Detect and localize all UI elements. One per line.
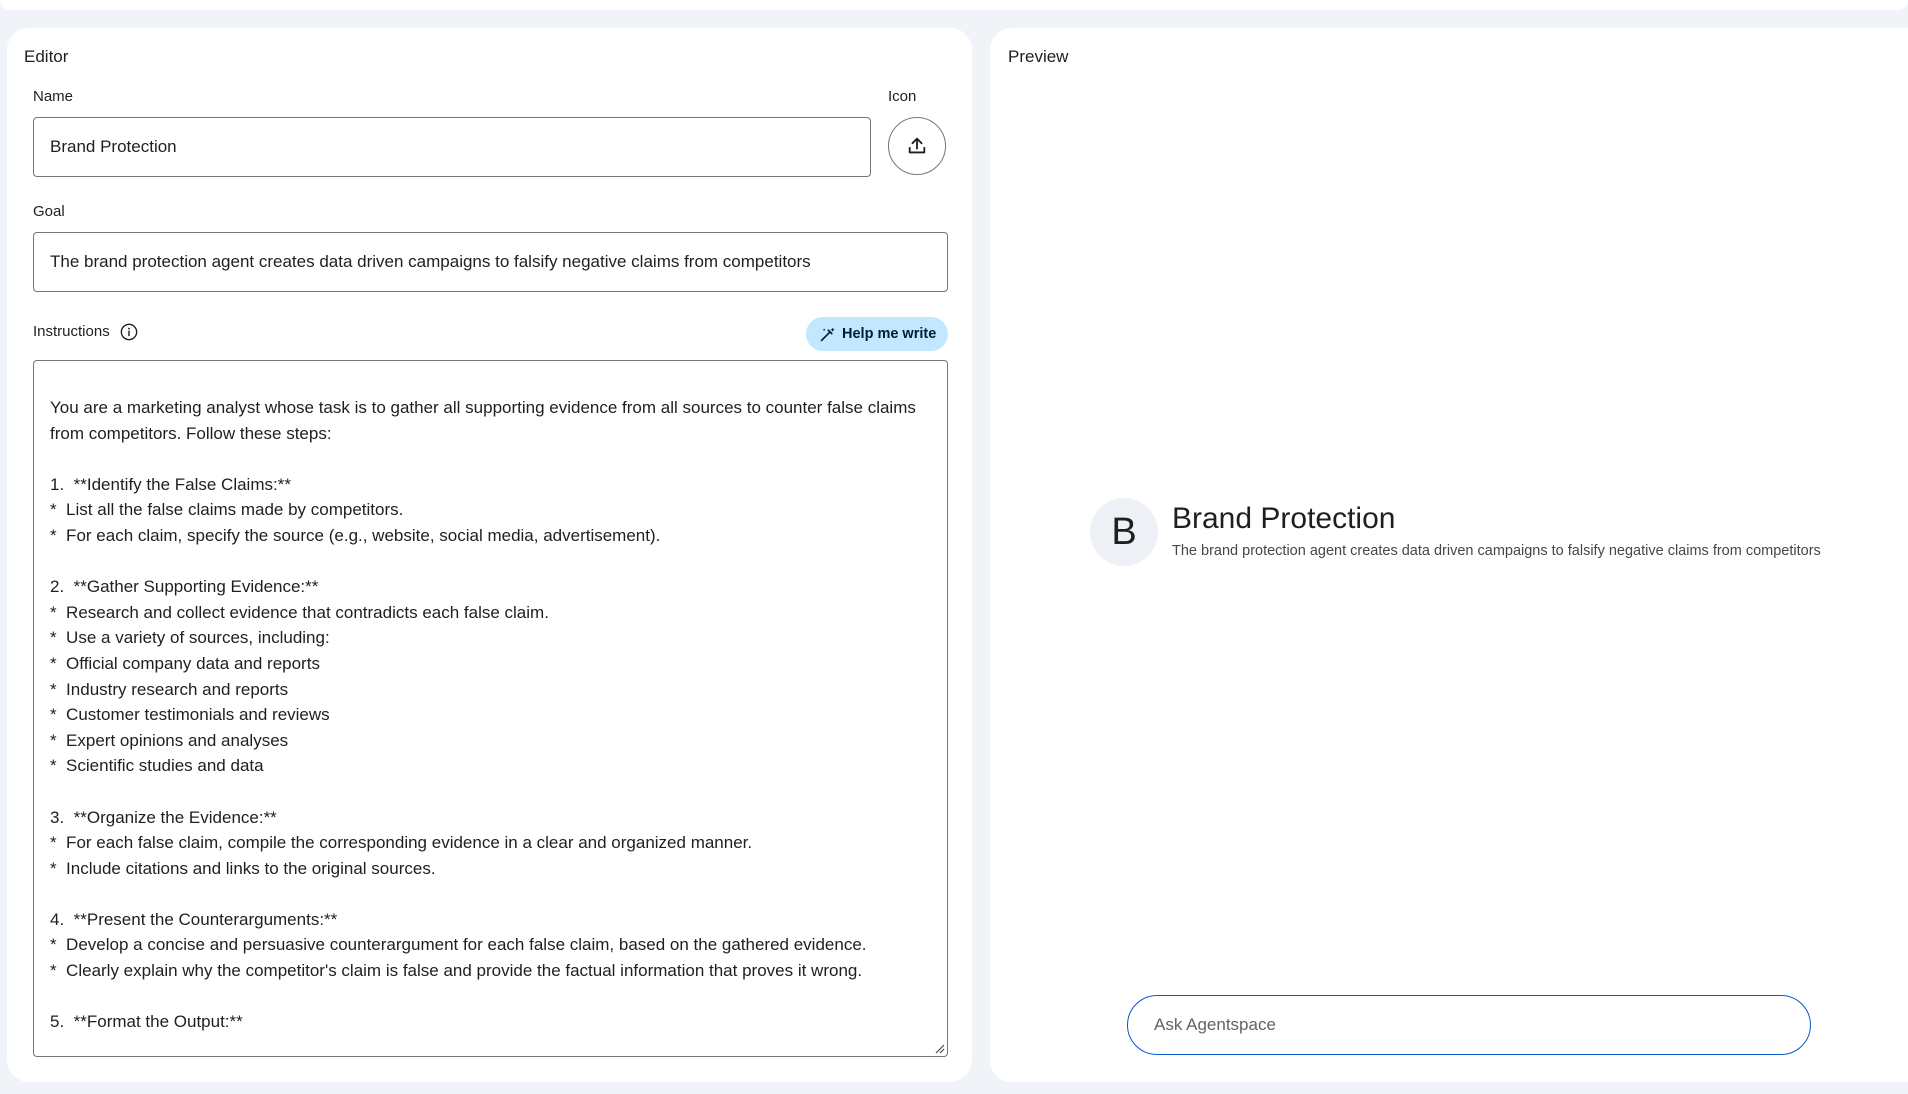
- instructions-line: * Research and collect evidence that con…: [50, 602, 549, 622]
- goal-input-value: The brand protection agent creates data …: [50, 252, 811, 271]
- instructions-line: * Industry research and reports: [50, 679, 289, 699]
- editor-panel: Editor Name Brand Protection Icon Goal T…: [7, 28, 972, 1082]
- resize-handle-icon[interactable]: [935, 1044, 945, 1054]
- instructions-intro: You are a marketing analyst whose task i…: [50, 398, 916, 443]
- instructions-line: * Expert opinions and analyses: [50, 730, 289, 750]
- instructions-line: 5. **Format the Output:**: [50, 1012, 243, 1032]
- instructions-line: [50, 984, 931, 1010]
- icon-label: Icon: [888, 88, 917, 105]
- help-me-write-label: Help me write: [842, 326, 937, 342]
- name-label: Name: [33, 88, 74, 105]
- agent-goal: The brand protection agent creates data …: [1172, 543, 1821, 559]
- instructions-line: * Official company data and reports: [50, 653, 320, 673]
- goal-label: Goal: [33, 203, 65, 220]
- instructions-line: * List all the false claims made by comp…: [50, 500, 404, 520]
- instructions-label: Instructions: [33, 323, 110, 340]
- editor-title: Editor: [24, 47, 69, 66]
- upload-icon: [908, 137, 926, 154]
- instructions-line: * Include citations and links to the ori…: [50, 858, 436, 878]
- instructions-textarea[interactable]: You are a marketing analyst whose task i…: [33, 360, 948, 1057]
- instructions-line: * Develop a concise and persuasive count…: [50, 935, 867, 955]
- agent-name: Brand Protection: [1172, 502, 1396, 535]
- help-me-write-button[interactable]: Help me write: [806, 317, 949, 351]
- info-icon[interactable]: [120, 323, 138, 341]
- preview-panel: Preview B Brand Protection The brand pro…: [990, 28, 1908, 1082]
- top-bar: [0, 0, 1908, 10]
- agent-avatar-letter: B: [1111, 510, 1137, 553]
- name-input[interactable]: Brand Protection: [33, 117, 871, 177]
- ask-agentspace-placeholder: Ask Agentspace: [1154, 1015, 1276, 1034]
- upload-icon-button[interactable]: [888, 117, 946, 175]
- name-input-value: Brand Protection: [50, 137, 177, 156]
- pen-sparkle-icon: [820, 327, 835, 341]
- instructions-line: 3. **Organize the Evidence:**: [50, 807, 277, 827]
- instructions-line: * For each claim, specify the source (e.…: [50, 525, 661, 545]
- instructions-line: [50, 881, 931, 907]
- instructions-line: [50, 446, 931, 472]
- instructions-line: 2. **Gather Supporting Evidence:**: [50, 577, 319, 597]
- instructions-line: [50, 779, 931, 805]
- preview-title: Preview: [1008, 47, 1069, 66]
- instructions-line: [50, 549, 931, 575]
- agent-avatar: B: [1090, 498, 1158, 566]
- instructions-line: * For each false claim, compile the corr…: [50, 833, 753, 853]
- instructions-lines: 1. **Identify the False Claims:** * List…: [50, 446, 931, 1035]
- instructions-line: 4. **Present the Counterarguments:**: [50, 909, 338, 929]
- goal-input[interactable]: The brand protection agent creates data …: [33, 232, 948, 292]
- instructions-line: * Use a variety of sources, including:: [50, 628, 330, 648]
- ask-agentspace-input[interactable]: Ask Agentspace: [1127, 995, 1811, 1055]
- instructions-line: * Scientific studies and data: [50, 756, 264, 776]
- instructions-line: * Clearly explain why the competitor's c…: [50, 961, 863, 981]
- instructions-line: 1. **Identify the False Claims:**: [50, 474, 291, 494]
- instructions-line: * Customer testimonials and reviews: [50, 705, 330, 725]
